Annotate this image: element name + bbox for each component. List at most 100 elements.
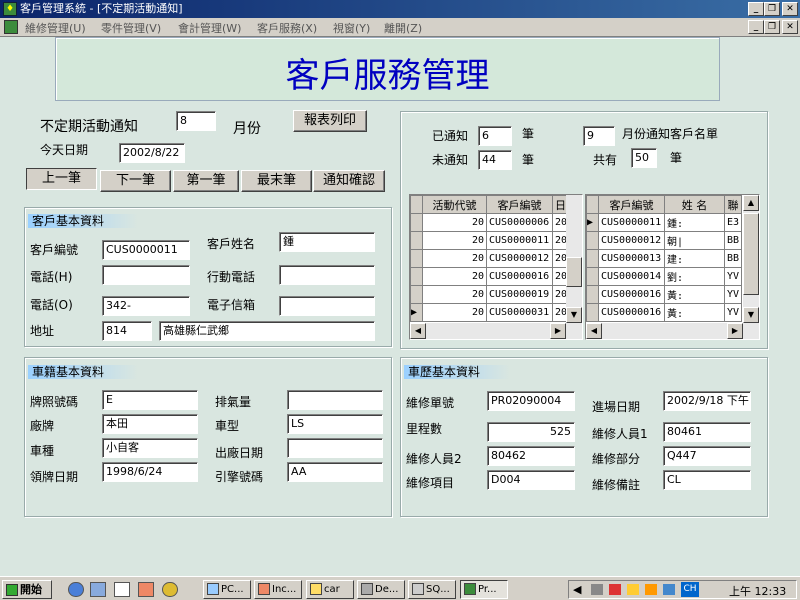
- child-minimize-button[interactable]: _: [748, 20, 764, 34]
- network-icon[interactable]: [90, 582, 106, 597]
- task-car-folder[interactable]: car: [306, 580, 354, 599]
- table-row[interactable]: CUS0000012 朝| BB: [586, 231, 743, 250]
- task-de[interactable]: De...: [357, 580, 405, 599]
- document-icon[interactable]: [4, 20, 18, 34]
- scroll-right-icon[interactable]: ▶: [727, 323, 743, 339]
- phone-office-field[interactable]: 342-: [102, 296, 190, 316]
- task-sql[interactable]: SQ...: [408, 580, 456, 599]
- tray-network-icon[interactable]: [627, 584, 639, 595]
- address-field[interactable]: 高雄縣仁武鄉: [159, 321, 375, 341]
- menu-parts[interactable]: 零件管理(V): [101, 20, 161, 36]
- staff2-field[interactable]: 80462: [487, 446, 575, 466]
- col-customer-id[interactable]: 客戶編號: [486, 195, 553, 214]
- mfg-date-field[interactable]: [287, 438, 383, 458]
- menu-window[interactable]: 視窗(Y): [333, 20, 370, 36]
- app-icon[interactable]: ♦: [3, 2, 17, 16]
- list-month-field[interactable]: 9: [583, 126, 615, 146]
- col-customer-id[interactable]: 客戶編號: [598, 195, 665, 214]
- next-record-button[interactable]: 下一筆: [100, 170, 171, 192]
- last-record-button[interactable]: 最末筆: [241, 170, 312, 192]
- notice-month-input[interactable]: 8: [176, 111, 216, 131]
- staff1-field[interactable]: 80461: [663, 422, 751, 442]
- minimize-button[interactable]: _: [748, 2, 764, 16]
- table-row[interactable]: ▶ 20 CUS0000031 20: [410, 303, 576, 322]
- task-pc[interactable]: PC...: [203, 580, 251, 599]
- print-report-button[interactable]: 報表列印: [293, 110, 367, 132]
- outlook-icon[interactable]: [138, 582, 154, 597]
- entry-date-field[interactable]: 2002/9/18 下午: [663, 391, 751, 411]
- table-row[interactable]: CUS0000014 劉: YV: [586, 267, 743, 286]
- engine-no-field[interactable]: AA: [287, 462, 383, 482]
- desktop-icon[interactable]: [114, 582, 130, 597]
- table-row[interactable]: 20 CUS0000006 20: [410, 213, 576, 232]
- pending-count-field[interactable]: 44: [478, 150, 512, 170]
- menu-repair[interactable]: 維修管理(U): [25, 20, 86, 36]
- prev-record-button[interactable]: 上一筆: [26, 168, 97, 190]
- displacement-field[interactable]: [287, 390, 383, 410]
- repair-order-field[interactable]: PR02090004: [487, 391, 575, 411]
- plate-field[interactable]: E: [102, 390, 198, 410]
- volume-icon[interactable]: ◀: [573, 583, 581, 596]
- model-field[interactable]: LS: [287, 414, 383, 434]
- repair-dept-field[interactable]: Q447: [663, 446, 751, 466]
- repair-note-field[interactable]: CL: [663, 470, 751, 490]
- customer-id-field[interactable]: CUS0000011: [102, 240, 190, 260]
- horizontal-scrollbar[interactable]: ◀ ▶: [586, 323, 759, 339]
- activity-grid[interactable]: 活動代號 客戶編號 日E 20 CUS0000006 20 20 CUS0000011 20…: [409, 194, 583, 340]
- table-row[interactable]: CUS0000013 建: BB: [586, 249, 743, 268]
- start-button[interactable]: 開始: [2, 580, 52, 599]
- email-field[interactable]: [279, 296, 375, 316]
- app-shortcut-icon[interactable]: [162, 582, 178, 597]
- scroll-right-icon[interactable]: ▶: [550, 323, 566, 339]
- today-date-field[interactable]: 2002/8/22: [119, 143, 185, 163]
- table-row[interactable]: ▶ CUS0000011 鍾: E3: [586, 213, 743, 232]
- vehicle-type-field[interactable]: 小自客: [102, 438, 198, 458]
- scroll-down-icon[interactable]: ▼: [743, 307, 759, 323]
- license-date-field[interactable]: 1998/6/24: [102, 462, 198, 482]
- table-row[interactable]: CUS0000016 黃: YV: [586, 303, 743, 322]
- table-row[interactable]: CUS0000016 黃: YV: [586, 285, 743, 304]
- phone-home-field[interactable]: [102, 265, 190, 285]
- table-row[interactable]: 20 CUS0000019 20: [410, 285, 576, 304]
- notified-count-field[interactable]: 6: [478, 126, 512, 146]
- task-program[interactable]: Pr...: [460, 580, 508, 599]
- zip-field[interactable]: 814: [102, 321, 152, 341]
- scroll-thumb[interactable]: [743, 213, 759, 295]
- first-record-button[interactable]: 第一筆: [173, 170, 239, 192]
- scroll-down-icon[interactable]: ▼: [566, 307, 582, 323]
- mobile-field[interactable]: [279, 265, 375, 285]
- vertical-scrollbar[interactable]: ▼: [566, 195, 582, 323]
- col-contact[interactable]: 聯: [723, 195, 743, 214]
- col-activity-id[interactable]: 活動代號: [422, 195, 487, 214]
- table-row[interactable]: 20 CUS0000012 20: [410, 249, 576, 268]
- brand-field[interactable]: 本田: [102, 414, 198, 434]
- child-restore-button[interactable]: ❐: [764, 20, 780, 34]
- menu-accounting[interactable]: 會計管理(W): [178, 20, 241, 36]
- repair-item-field[interactable]: D004: [487, 470, 575, 490]
- scroll-left-icon[interactable]: ◀: [410, 323, 426, 339]
- clock[interactable]: 上午 12:33: [729, 583, 786, 599]
- table-row[interactable]: 20 CUS0000016 20: [410, 267, 576, 286]
- menu-customer-service[interactable]: 客戶服務(X): [257, 20, 317, 36]
- customer-name-field[interactable]: 鍾: [279, 232, 375, 252]
- col-name[interactable]: 姓 名: [664, 195, 725, 214]
- tray-monitor-icon[interactable]: [663, 584, 675, 595]
- confirm-notice-button[interactable]: 通知確認: [313, 170, 385, 192]
- scroll-thumb[interactable]: [566, 257, 582, 287]
- task-inbox[interactable]: Inc...: [254, 580, 302, 599]
- tray-security-icon[interactable]: [645, 584, 657, 595]
- total-count-field[interactable]: 50: [631, 148, 657, 168]
- menu-exit[interactable]: 離開(Z): [384, 20, 422, 36]
- ie-icon[interactable]: [68, 582, 84, 597]
- printer-icon[interactable]: [591, 584, 603, 595]
- tray-app-icon[interactable]: [609, 584, 621, 595]
- child-close-button[interactable]: ✕: [782, 20, 798, 34]
- restore-button[interactable]: ❐: [764, 2, 780, 16]
- mileage-field[interactable]: 525: [487, 422, 575, 442]
- vertical-scrollbar[interactable]: ▲ ▼: [743, 195, 759, 323]
- scroll-up-icon[interactable]: ▲: [743, 195, 759, 211]
- scroll-left-icon[interactable]: ◀: [586, 323, 602, 339]
- table-row[interactable]: 20 CUS0000011 20: [410, 231, 576, 250]
- customer-list-grid[interactable]: 客戶編號姓 名聯 ▶ CUS0000011 鍾: E3 CUS0000012 朝| BB …: [585, 194, 760, 340]
- close-button[interactable]: ✕: [782, 2, 798, 16]
